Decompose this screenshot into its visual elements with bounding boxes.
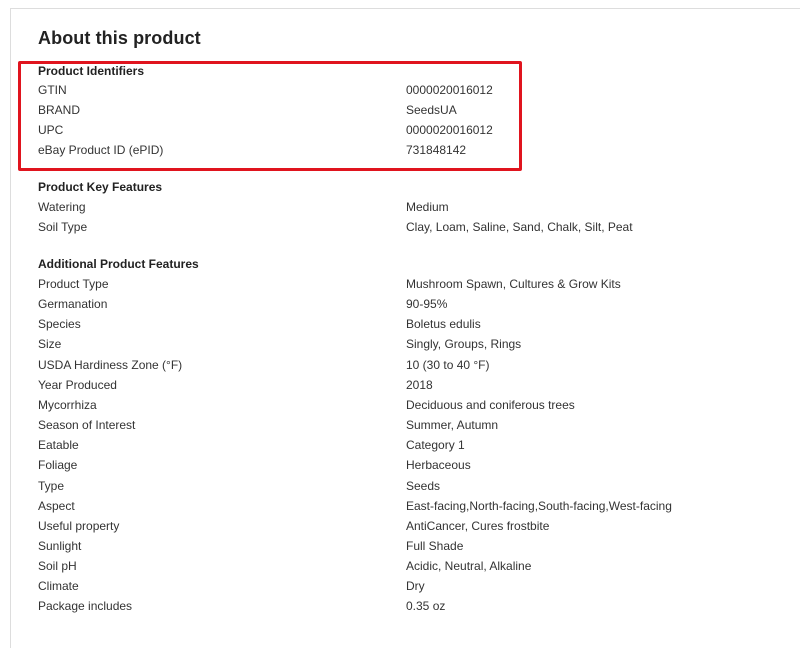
row-label-sunlight: Sunlight <box>38 539 82 553</box>
row-label-species: Species <box>38 317 81 331</box>
row-label-aspect: Aspect <box>38 499 75 513</box>
product-details-panel <box>10 8 800 648</box>
row-value-product-type: Mushroom Spawn, Cultures & Grow Kits <box>406 277 621 291</box>
row-value-aspect: East-facing,North-facing,South-facing,We… <box>406 499 672 513</box>
row-value-mycorrhiza: Deciduous and coniferous trees <box>406 398 575 412</box>
section-title-identifiers: Product Identifiers <box>38 64 145 78</box>
row-label-upc: UPC <box>38 123 64 137</box>
row-label-soil-ph: Soil pH <box>38 559 77 573</box>
row-value-brand: SeedsUA <box>406 103 457 117</box>
row-value-eatable: Category 1 <box>406 438 465 452</box>
row-label-year-produced: Year Produced <box>38 378 117 392</box>
row-value-soil-type: Clay, Loam, Saline, Sand, Chalk, Silt, P… <box>406 220 633 234</box>
row-value-season: Summer, Autumn <box>406 418 499 432</box>
section-title-key-features: Product Key Features <box>38 180 163 194</box>
row-label-epid: eBay Product ID (ePID) <box>38 143 164 157</box>
row-value-watering: Medium <box>406 200 449 214</box>
row-value-package-includes: 0.35 oz <box>406 599 446 613</box>
row-value-epid: 731848142 <box>406 143 467 157</box>
row-value-climate: Dry <box>406 579 425 593</box>
section-title-additional: Additional Product Features <box>38 257 199 271</box>
row-value-upc: 0000020016012 <box>406 123 493 137</box>
row-value-useful-property: AntiCancer, Cures frostbite <box>406 519 550 533</box>
row-value-foliage: Herbaceous <box>406 458 471 472</box>
row-label-useful-property: Useful property <box>38 519 120 533</box>
row-value-year-produced: 2018 <box>406 378 433 392</box>
page-title: About this product <box>38 28 201 48</box>
row-label-product-type: Product Type <box>38 277 109 291</box>
row-label-season: Season of Interest <box>38 418 136 432</box>
row-value-soil-ph: Acidic, Neutral, Alkaline <box>406 559 532 573</box>
row-value-usda-zone: 10 (30 to 40 °F) <box>406 358 490 372</box>
row-label-size: Size <box>38 337 62 351</box>
row-label-climate: Climate <box>38 579 79 593</box>
row-value-type: Seeds <box>406 479 441 493</box>
row-label-mycorrhiza: Mycorrhiza <box>38 398 97 412</box>
row-value-germanation: 90-95% <box>406 297 448 311</box>
row-value-sunlight: Full Shade <box>406 539 464 553</box>
row-label-soil-type: Soil Type <box>38 220 88 234</box>
row-label-brand: BRAND <box>38 103 81 117</box>
row-label-foliage: Foliage <box>38 458 78 472</box>
row-value-species: Boletus edulis <box>406 317 481 331</box>
row-label-germanation: Germanation <box>38 297 108 311</box>
row-label-type: Type <box>38 479 65 493</box>
row-label-gtin: GTIN <box>38 83 67 97</box>
row-label-package-includes: Package includes <box>38 599 133 613</box>
row-value-size: Singly, Groups, Rings <box>406 337 522 351</box>
row-value-gtin: 0000020016012 <box>406 83 493 97</box>
row-label-usda-zone: USDA Hardiness Zone (°F) <box>38 358 183 372</box>
row-label-eatable: Eatable <box>38 438 79 452</box>
row-label-watering: Watering <box>38 200 86 214</box>
